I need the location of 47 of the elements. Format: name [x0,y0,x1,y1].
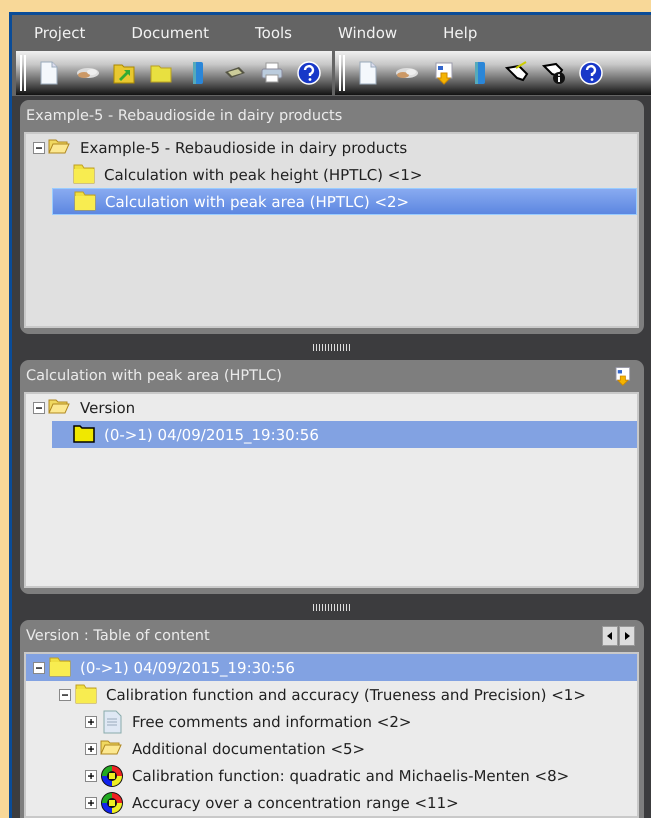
scroll-left-button[interactable] [602,626,618,646]
toolbar-grip[interactable] [20,54,26,91]
menu-item[interactable]: Project [30,24,90,42]
tree-label: Calibration function and accuracy (Trueness and Precision) <1> [106,686,587,704]
panel-title: Version : Table of content [26,628,210,644]
expand-toggle[interactable] [85,796,97,808]
tree-row[interactable]: Example-5 - Rebaudioside in dairy products [26,134,637,161]
folder-icon [72,162,96,186]
scroll-right-button[interactable] [619,626,635,646]
tree-row[interactable]: Calibration function and accuracy (Trueness and Precision) <1> [52,681,637,708]
tree-label: (0->1) 04/09/2015_19:30:56 [104,426,320,444]
tree-label: Accuracy over a concentration range <11> [132,794,460,812]
tree-label: Calculation with peak area (HPTLC) <2> [105,192,410,210]
folder-icon [73,190,97,214]
tree-row[interactable]: Accuracy over a concentration range <11> [78,789,637,816]
tree-row[interactable]: Additional documentation <5> [78,735,637,762]
tree-label: Additional documentation <5> [132,740,366,758]
tree-row[interactable]: Version [26,394,637,421]
collapse-toggle[interactable] [33,402,45,414]
tree-label: Version [80,398,136,416]
tree-label: (0->1) 04/09/2015_19:30:56 [80,658,296,676]
tree-row[interactable]: Free comments and information <2> [78,708,637,735]
menu-item[interactable]: Help [439,24,482,42]
toolbar-grip[interactable] [339,54,345,91]
tree-label: Calibration function: quadratic and Michaelis-Menten <8> [132,766,570,784]
tree-label: Example-5 - Rebaudioside in dairy products [80,138,408,156]
panel-title: Example-5 - Rebaudioside in dairy products [26,108,342,124]
folder-icon [74,682,98,706]
expand-toggle[interactable] [85,742,97,754]
expand-toggle[interactable] [85,770,97,782]
collapse-toggle[interactable] [59,688,71,700]
collapse-toggle[interactable] [33,142,45,154]
menu-item[interactable]: Window [334,24,402,42]
help-icon[interactable] [578,60,604,86]
help-icon[interactable] [296,60,322,86]
collapse-toggle[interactable] [33,662,45,674]
panel-title: Calculation with peak area (HPTLC) [26,368,282,384]
menu-item[interactable]: Document [127,24,214,42]
multicolor-disc-icon [100,764,124,788]
tree-row[interactable]: Calibration function: quadratic and Michaelis-Menten <8> [78,762,637,789]
multicolor-disc-icon [100,790,124,814]
folder-icon [48,656,72,680]
tree-label: Calculation with peak height (HPTLC) <1> [104,166,424,184]
expand-toggle[interactable] [85,716,97,728]
tree-row[interactable]: Calculation with peak height (HPTLC) <1> [52,161,637,188]
menu-item[interactable]: Tools [251,24,296,42]
tree-label: Free comments and information <2> [132,712,412,730]
